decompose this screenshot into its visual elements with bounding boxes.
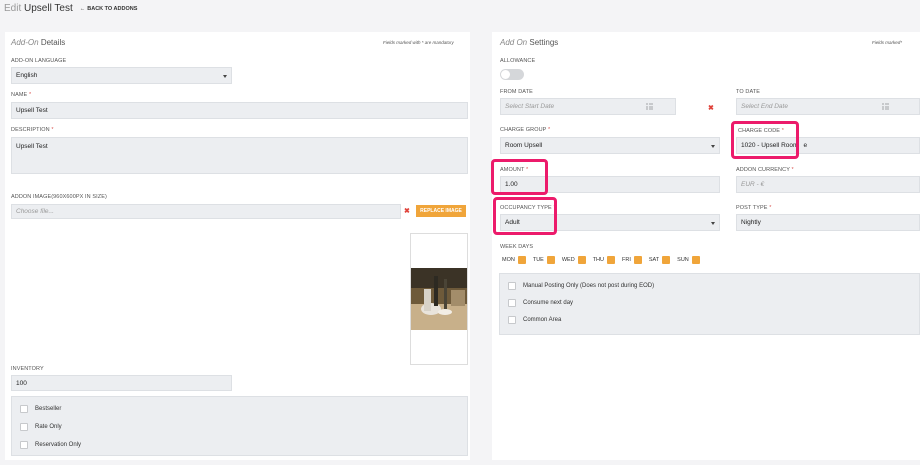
back-to-addons-link[interactable]: ← BACK TO ADDONS xyxy=(80,6,138,12)
from-date-label: FROM DATE xyxy=(500,89,533,95)
checkbox[interactable] xyxy=(633,256,642,264)
allowance-label: ALLOWANCE xyxy=(500,58,536,64)
weekday-mon[interactable]: MON xyxy=(502,256,526,264)
occupancy-type-highlight xyxy=(493,197,557,235)
replace-image-button[interactable]: REPLACE IMAGE xyxy=(416,205,466,217)
common-area-checkbox[interactable]: Common Area xyxy=(508,316,911,324)
description-textarea[interactable]: Upsell Test xyxy=(11,137,468,174)
weekday-sun[interactable]: SUN xyxy=(677,256,700,264)
checkbox[interactable] xyxy=(577,256,586,264)
checkbox[interactable] xyxy=(662,256,671,264)
inventory-label: INVENTORY xyxy=(11,366,44,372)
addon-currency-select[interactable]: EUR - € xyxy=(736,176,920,193)
language-label: ADD-ON LANGUAGE xyxy=(11,58,67,64)
calendar-icon[interactable] xyxy=(646,103,653,110)
description-label: DESCRIPTION * xyxy=(11,127,54,133)
from-date-input[interactable]: Select Start Date xyxy=(500,98,676,115)
page-title: Edit Upsell Test xyxy=(4,3,73,14)
addon-settings-title: Add On Settings xyxy=(500,38,559,47)
reservation-only-checkbox[interactable]: Reservation Only xyxy=(20,441,459,449)
weekday-sat[interactable]: SAT xyxy=(649,256,671,264)
checkbox[interactable] xyxy=(508,316,516,324)
allowance-toggle[interactable] xyxy=(500,69,524,80)
language-select[interactable]: English xyxy=(11,67,232,84)
left-checkbox-group: Bestseller Rate Only Reservation Only xyxy=(11,396,468,456)
chevron-down-icon xyxy=(223,74,227,78)
consume-next-day-checkbox[interactable]: Consume next day xyxy=(508,299,911,307)
charge-code-highlight xyxy=(731,121,799,159)
name-label: NAME * xyxy=(11,92,32,98)
weekday-tue[interactable]: TUE xyxy=(533,256,555,264)
week-days-label: WEEK DAYS xyxy=(500,244,534,250)
to-date-input[interactable]: Select End Date xyxy=(736,98,920,115)
calendar-icon[interactable] xyxy=(882,103,889,110)
bestseller-checkbox[interactable]: Bestseller xyxy=(20,405,459,413)
checkbox[interactable] xyxy=(20,423,28,431)
name-input[interactable]: Upsell Test xyxy=(11,102,468,119)
rate-only-checkbox[interactable]: Rate Only xyxy=(20,423,459,431)
checkbox[interactable] xyxy=(508,299,516,307)
checkbox[interactable] xyxy=(508,282,516,290)
inventory-input[interactable]: 100 xyxy=(11,375,232,391)
chevron-down-icon xyxy=(711,144,715,148)
chevron-down-icon xyxy=(711,221,715,225)
addon-image-label: ADDON IMAGE(960X600PX IN SIZE) xyxy=(11,194,107,200)
addon-details-title: Add-On Details xyxy=(11,38,66,47)
checkbox[interactable] xyxy=(546,256,555,264)
checkbox[interactable] xyxy=(691,256,700,264)
week-days-row: MON TUE WED THU FRI SAT SUN xyxy=(502,256,707,264)
remove-image-icon[interactable]: ✖ xyxy=(404,207,410,215)
post-type-label: POST TYPE * xyxy=(736,205,772,211)
weekday-wed[interactable]: WED xyxy=(562,256,586,264)
charge-group-select[interactable]: Room Upsell xyxy=(500,137,720,154)
addon-settings-panel xyxy=(492,32,920,460)
weekday-thu[interactable]: THU xyxy=(593,256,615,264)
weekday-fri[interactable]: FRI xyxy=(622,256,642,264)
arrow-left-icon: ← xyxy=(79,5,86,12)
manual-posting-checkbox[interactable]: Manual Posting Only (Does not post durin… xyxy=(508,282,911,290)
checkbox[interactable] xyxy=(607,256,615,264)
checkbox[interactable] xyxy=(20,405,28,413)
addon-photo xyxy=(411,268,467,330)
charge-group-label: CHARGE GROUP * xyxy=(500,127,551,133)
right-checkbox-group: Manual Posting Only (Does not post durin… xyxy=(499,273,920,335)
mandatory-note: Fields marked with * are mandatory xyxy=(383,40,454,45)
image-file-input[interactable]: Choose file... xyxy=(11,204,401,219)
post-type-select[interactable]: Nightly xyxy=(736,214,920,231)
checkbox[interactable] xyxy=(20,441,28,449)
amount-highlight xyxy=(491,159,548,195)
page-header: Edit Upsell Test ← BACK TO ADDONS xyxy=(4,3,137,14)
clear-dates-icon[interactable]: ✖ xyxy=(708,104,714,112)
addon-currency-label: ADDON CURRENCY * xyxy=(736,167,794,173)
to-date-label: TO DATE xyxy=(736,89,761,95)
mandatory-note-right: Fields marked* xyxy=(872,40,903,45)
checkbox[interactable] xyxy=(517,256,526,264)
addon-image-preview xyxy=(410,233,468,365)
